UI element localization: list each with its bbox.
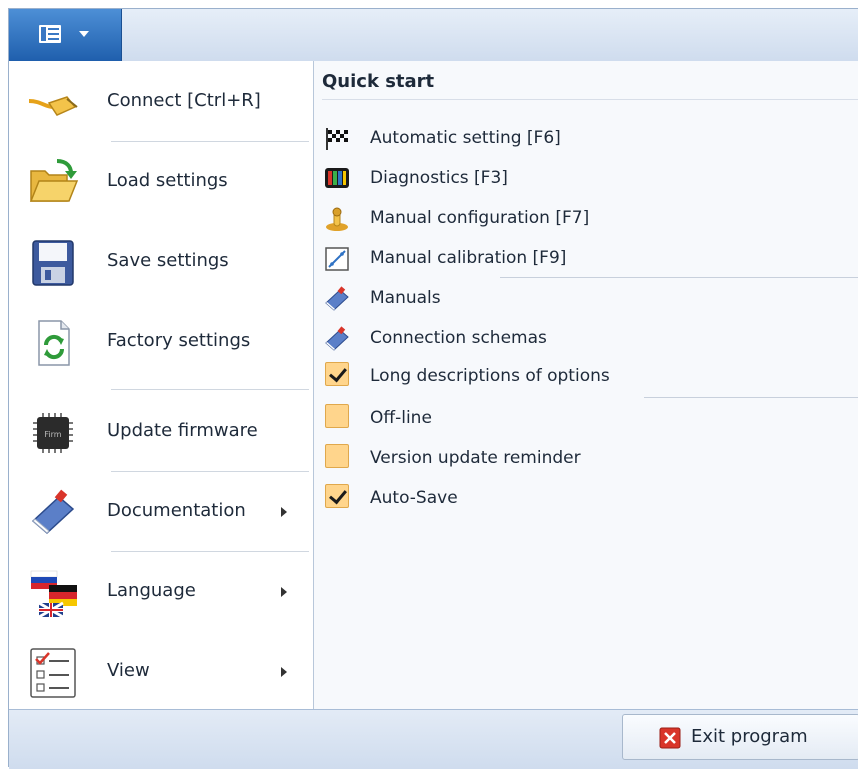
submenu-arrow-icon: [281, 507, 287, 517]
quick-item-automatic-setting[interactable]: Automatic setting [F6]: [322, 119, 858, 157]
menu-item-label: Load settings: [107, 170, 228, 191]
quick-item-connection-schemas[interactable]: Connection schemas: [322, 319, 858, 357]
option-version-update-reminder[interactable]: Version update reminder: [322, 439, 858, 477]
menu-item-documentation[interactable]: Documentation: [9, 471, 313, 551]
reset-document-icon: [38, 320, 70, 366]
option-auto-save[interactable]: Auto-Save: [322, 479, 858, 517]
option-label: Auto-Save: [370, 488, 458, 508]
floppy-disk-icon: [32, 240, 74, 286]
menu-item-label: Language: [107, 580, 196, 601]
checkbox-checked[interactable]: [325, 362, 349, 386]
checkbox-unchecked[interactable]: [325, 404, 349, 428]
menu-item-label: Documentation: [107, 500, 246, 521]
check-mark-icon: [329, 485, 347, 505]
exit-program-button[interactable]: Exit program: [622, 714, 858, 760]
graph-icon: [325, 247, 349, 271]
application-menu-button[interactable]: [9, 9, 122, 61]
quick-start-title: Quick start: [322, 71, 435, 92]
checkbox-unchecked[interactable]: [325, 444, 349, 468]
quick-start-divider: [322, 99, 858, 100]
menu-item-label: Connect [Ctrl+R]: [107, 90, 261, 111]
svg-text:Firm: Firm: [44, 430, 61, 439]
menu-item-update-firmware[interactable]: Firm Update firmware: [9, 391, 313, 471]
quick-item-label: Connection schemas: [370, 328, 547, 348]
checkered-flag-icon: [326, 128, 348, 150]
monitor-icon: [325, 168, 349, 188]
check-mark-icon: [329, 363, 347, 383]
title-bar: [9, 9, 858, 62]
quick-item-manual-calibration[interactable]: Manual calibration [F9]: [322, 239, 858, 277]
quick-item-label: Manual configuration [F7]: [370, 208, 590, 228]
joystick-icon: [326, 207, 348, 231]
menu-item-save-settings[interactable]: Save settings: [9, 221, 313, 301]
menu-item-factory-settings[interactable]: Factory settings: [9, 301, 313, 381]
menu-item-label: View: [107, 660, 150, 681]
option-label: Version update reminder: [370, 448, 581, 468]
checklist-icon: [30, 648, 76, 698]
quick-item-label: Manuals: [370, 288, 441, 308]
left-menu-pane: Connect [Ctrl+R] Load settings Save sett…: [9, 61, 314, 709]
menu-item-label: Factory settings: [107, 330, 251, 351]
chevron-down-icon: [79, 31, 89, 37]
exit-program-label: Exit program: [691, 726, 808, 747]
book-icon: [31, 489, 75, 535]
quick-start-separator: [644, 397, 858, 398]
menu-item-language[interactable]: Language: [9, 551, 313, 631]
menu-item-load-settings[interactable]: Load settings: [9, 141, 313, 221]
menu-footer: Exit program: [9, 709, 858, 769]
option-label: Off-line: [370, 408, 432, 428]
option-label: Long descriptions of options: [370, 366, 610, 386]
submenu-arrow-icon: [281, 587, 287, 597]
quick-item-manuals[interactable]: Manuals: [322, 279, 858, 317]
quick-start-pane: Quick start Automatic setting [F6] Diagn…: [314, 61, 858, 709]
quick-item-label: Automatic setting [F6]: [370, 128, 561, 148]
checkbox-checked[interactable]: [325, 484, 349, 508]
menu-item-connect[interactable]: Connect [Ctrl+R]: [9, 61, 313, 141]
close-red-icon: [659, 727, 681, 749]
quick-start-separator: [500, 277, 858, 278]
folder-open-icon: [29, 159, 79, 202]
cable-plug-icon: [28, 96, 78, 116]
quick-item-label: Diagnostics [F3]: [370, 168, 508, 188]
option-long-descriptions[interactable]: Long descriptions of options: [322, 357, 858, 395]
submenu-arrow-icon: [281, 667, 287, 677]
quick-item-diagnostics[interactable]: Diagnostics [F3]: [322, 159, 858, 197]
menu-separator: [111, 389, 309, 390]
quick-item-manual-configuration[interactable]: Manual configuration [F7]: [322, 199, 858, 237]
option-off-line[interactable]: Off-line: [322, 399, 858, 437]
application-menu: Connect [Ctrl+R] Load settings Save sett…: [9, 61, 858, 709]
menu-item-label: Update firmware: [107, 420, 258, 441]
list-menu-icon: [39, 25, 61, 43]
book-icon: [325, 286, 349, 311]
menu-item-view[interactable]: View: [9, 631, 313, 711]
book-icon: [325, 326, 349, 351]
application-menu-window: Connect [Ctrl+R] Load settings Save sett…: [8, 8, 858, 769]
quick-item-label: Manual calibration [F9]: [370, 248, 567, 268]
flags-icon: [30, 570, 77, 619]
menu-item-label: Save settings: [107, 250, 229, 271]
firmware-chip-icon: Firm: [33, 413, 73, 453]
